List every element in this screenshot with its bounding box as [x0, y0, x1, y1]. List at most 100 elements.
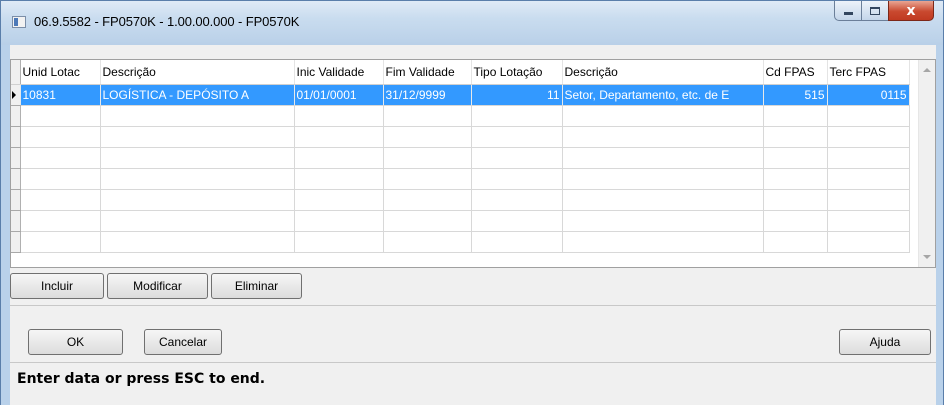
empty-cell[interactable]: [294, 168, 384, 190]
maximize-button[interactable]: [861, 1, 888, 21]
empty-cell[interactable]: [471, 189, 563, 211]
empty-cell[interactable]: [471, 147, 563, 169]
empty-cell[interactable]: [20, 189, 101, 211]
empty-cell[interactable]: [827, 189, 910, 211]
empty-cell[interactable]: [562, 210, 764, 232]
ok-button[interactable]: OK: [28, 329, 123, 355]
empty-cell[interactable]: [471, 105, 563, 127]
empty-cell[interactable]: [471, 126, 563, 148]
empty-cell[interactable]: [827, 210, 910, 232]
empty-cell[interactable]: [20, 168, 101, 190]
empty-cell[interactable]: [20, 105, 101, 127]
vertical-scrollbar[interactable]: [918, 60, 935, 267]
empty-cell[interactable]: [763, 189, 828, 211]
empty-cell[interactable]: [562, 147, 764, 169]
empty-cell[interactable]: [827, 147, 910, 169]
column-header-cd-fpas[interactable]: Cd FPAS: [763, 60, 828, 85]
empty-cell[interactable]: [100, 189, 295, 211]
empty-cell[interactable]: [383, 210, 472, 232]
row-indicator[interactable]: [11, 84, 21, 106]
empty-cell[interactable]: [294, 210, 384, 232]
empty-cell[interactable]: [383, 231, 472, 253]
app-window-icon[interactable]: [12, 16, 26, 28]
empty-cell[interactable]: [20, 231, 101, 253]
row-indicator[interactable]: [11, 231, 21, 253]
empty-cell[interactable]: [562, 189, 764, 211]
empty-cell[interactable]: [383, 147, 472, 169]
empty-cell[interactable]: [827, 168, 910, 190]
cell-unid-lotac[interactable]: 10831: [20, 84, 101, 106]
row-indicator[interactable]: [11, 168, 21, 190]
empty-cell[interactable]: [471, 210, 563, 232]
scroll-down-icon[interactable]: [923, 255, 931, 259]
ajuda-button[interactable]: Ajuda: [839, 329, 931, 355]
data-grid[interactable]: Unid Lotac Descrição Inic Validade Fim V…: [10, 59, 936, 268]
table-row[interactable]: 10831 LOGÍSTICA - DEPÓSITO A 01/01/0001 …: [11, 84, 910, 106]
column-header-descricao[interactable]: Descrição: [100, 60, 295, 85]
empty-cell[interactable]: [294, 105, 384, 127]
column-header-terc-fpas[interactable]: Terc FPAS: [827, 60, 910, 85]
empty-cell[interactable]: [562, 231, 764, 253]
empty-cell[interactable]: [827, 231, 910, 253]
row-indicator[interactable]: [11, 210, 21, 232]
incluir-button[interactable]: Incluir: [10, 273, 104, 299]
empty-table-row[interactable]: [11, 105, 910, 127]
empty-cell[interactable]: [383, 189, 472, 211]
empty-cell[interactable]: [562, 105, 764, 127]
empty-cell[interactable]: [294, 147, 384, 169]
empty-cell[interactable]: [471, 168, 563, 190]
modificar-button[interactable]: Modificar: [107, 273, 208, 299]
empty-cell[interactable]: [20, 147, 101, 169]
empty-cell[interactable]: [383, 168, 472, 190]
empty-cell[interactable]: [100, 126, 295, 148]
cell-cd-fpas[interactable]: 515: [763, 84, 828, 106]
cell-descricao-tipo[interactable]: Setor, Departamento, etc. de E: [562, 84, 764, 106]
column-header-tipo-lotacao[interactable]: Tipo Lotação: [471, 60, 563, 85]
empty-cell[interactable]: [100, 231, 295, 253]
row-indicator[interactable]: [11, 147, 21, 169]
empty-cell[interactable]: [100, 147, 295, 169]
column-header-unid-lotac[interactable]: Unid Lotac: [20, 60, 101, 85]
empty-cell[interactable]: [294, 126, 384, 148]
empty-cell[interactable]: [827, 126, 910, 148]
column-header-inic-validade[interactable]: Inic Validade: [294, 60, 384, 85]
empty-cell[interactable]: [100, 105, 295, 127]
empty-cell[interactable]: [471, 231, 563, 253]
empty-cell[interactable]: [383, 105, 472, 127]
cell-terc-fpas[interactable]: 0115: [827, 84, 910, 106]
empty-cell[interactable]: [383, 126, 472, 148]
eliminar-button[interactable]: Eliminar: [211, 273, 302, 299]
title-bar[interactable]: 06.9.5582 - FP0570K - 1.00.00.000 - FP05…: [1, 1, 943, 45]
cell-fim-validade[interactable]: 31/12/9999: [383, 84, 472, 106]
column-header-descricao-tipo[interactable]: Descrição: [562, 60, 764, 85]
empty-cell[interactable]: [20, 210, 101, 232]
empty-cell[interactable]: [294, 189, 384, 211]
empty-cell[interactable]: [763, 105, 828, 127]
empty-cell[interactable]: [20, 126, 101, 148]
empty-cell[interactable]: [763, 168, 828, 190]
empty-cell[interactable]: [294, 231, 384, 253]
cancelar-button[interactable]: Cancelar: [144, 329, 222, 355]
empty-cell[interactable]: [562, 168, 764, 190]
scroll-up-icon[interactable]: [923, 68, 931, 72]
empty-cell[interactable]: [763, 147, 828, 169]
column-header-fim-validade[interactable]: Fim Validade: [383, 60, 472, 85]
cell-tipo-lotacao[interactable]: 11: [471, 84, 563, 106]
empty-table-row[interactable]: [11, 147, 910, 169]
empty-cell[interactable]: [763, 210, 828, 232]
empty-cell[interactable]: [827, 105, 910, 127]
empty-cell[interactable]: [100, 210, 295, 232]
row-indicator[interactable]: [11, 105, 21, 127]
empty-table-row[interactable]: [11, 126, 910, 148]
empty-cell[interactable]: [100, 168, 295, 190]
empty-table-row[interactable]: [11, 189, 910, 211]
cell-descricao[interactable]: LOGÍSTICA - DEPÓSITO A: [100, 84, 295, 106]
row-indicator[interactable]: [11, 189, 21, 211]
empty-cell[interactable]: [562, 126, 764, 148]
row-indicator[interactable]: [11, 126, 21, 148]
empty-cell[interactable]: [763, 126, 828, 148]
empty-cell[interactable]: [763, 231, 828, 253]
close-button[interactable]: x: [888, 1, 934, 21]
minimize-button[interactable]: [834, 1, 861, 21]
empty-table-row[interactable]: [11, 231, 910, 253]
